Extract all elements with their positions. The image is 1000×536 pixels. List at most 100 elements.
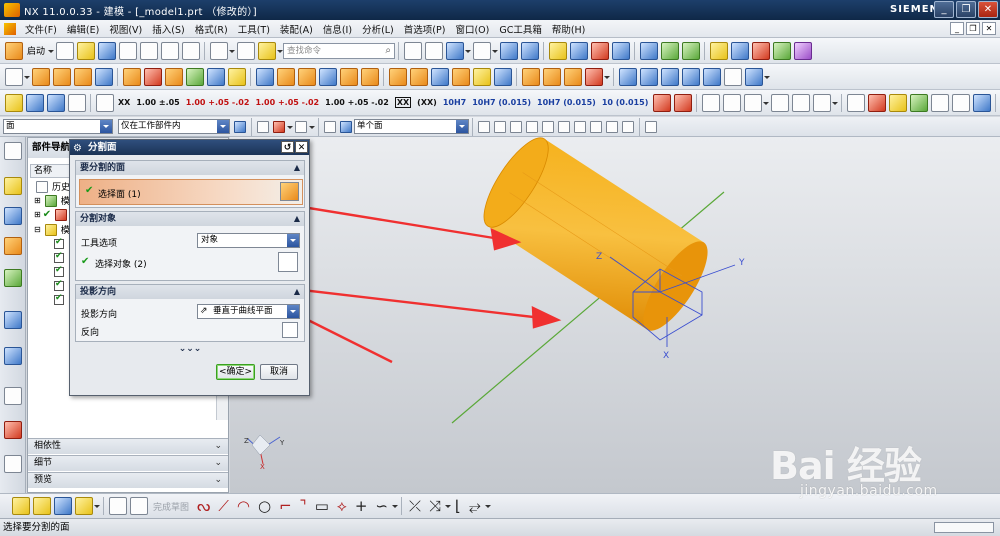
drafting-icon[interactable] — [25, 93, 44, 112]
snap-point-icon[interactable] — [569, 41, 588, 60]
gc-tool-b-icon[interactable] — [751, 41, 770, 60]
sketch-tool-a-icon[interactable] — [11, 497, 30, 515]
chamfer-icon[interactable] — [143, 67, 162, 86]
type-filter-select[interactable]: 面 — [3, 119, 113, 134]
restore-button[interactable]: ❐ — [956, 1, 976, 18]
make-corner-icon[interactable]: ⌊ — [455, 497, 461, 515]
doc-close-button[interactable]: ✕ — [982, 22, 996, 35]
paste-icon[interactable] — [160, 41, 179, 60]
circle-icon[interactable]: ○ — [258, 497, 271, 515]
copy-icon[interactable] — [139, 41, 158, 60]
split-objects-header[interactable]: 分割对象 ▲ — [76, 212, 304, 226]
dimension-dropdown-icon[interactable] — [763, 94, 770, 112]
tree-feature-row[interactable] — [54, 237, 64, 250]
deselect-icon[interactable] — [273, 120, 285, 133]
menu-file[interactable]: 文件(F) — [20, 22, 62, 36]
id-symbol-icon[interactable] — [888, 93, 907, 112]
profile-icon[interactable]: ᔓ — [197, 497, 210, 515]
tree-feature-row[interactable] — [54, 293, 64, 306]
feature-checkbox[interactable] — [54, 279, 64, 291]
scale-body-icon[interactable] — [584, 67, 603, 86]
start-label[interactable]: 启动 — [27, 44, 45, 57]
surface-dropdown-icon[interactable] — [764, 68, 770, 86]
menu-tools[interactable]: 工具(T) — [233, 22, 275, 36]
face-rule-select[interactable]: 单个面 — [354, 119, 469, 134]
tolerance-limit-b-label[interactable]: 1.00 +.05 -.02 — [255, 98, 319, 107]
details-section[interactable]: 细节 ⌄ — [28, 455, 228, 471]
repeat-command-icon[interactable] — [257, 41, 276, 60]
tree-feature-row[interactable] — [54, 279, 64, 292]
replace-face-icon[interactable] — [430, 67, 449, 86]
sketch-grid-icon[interactable] — [129, 497, 148, 515]
point-icon[interactable]: + — [355, 497, 368, 515]
curve-selector-icon[interactable] — [278, 252, 298, 272]
command-search-input[interactable]: 查找命令 — [283, 42, 396, 59]
sew-icon[interactable] — [702, 67, 721, 86]
dialog-title-bar[interactable]: ⚙ 分割面 ↺ ✕ — [70, 140, 309, 155]
gc-tool-a-icon[interactable] — [730, 41, 749, 60]
close-icon[interactable]: ✕ — [295, 141, 308, 153]
ok-button[interactable]: <确定> — [216, 364, 255, 380]
cancel-button[interactable]: 取消 — [260, 364, 298, 380]
hole-tool-icon[interactable] — [709, 41, 728, 60]
shell-icon[interactable] — [164, 67, 183, 86]
chevron-down-icon[interactable] — [287, 234, 299, 247]
datum-plane-icon[interactable] — [255, 67, 274, 86]
intersect-icon[interactable] — [227, 67, 246, 86]
hole-callout-icon[interactable] — [673, 93, 692, 112]
constraint-icon[interactable] — [681, 41, 700, 60]
tree-feature-row[interactable] — [54, 265, 64, 278]
measure-distance-icon[interactable] — [590, 41, 609, 60]
snap-toggle-icon[interactable] — [645, 120, 657, 133]
chamfer-sketch-icon[interactable]: ⌝ — [300, 497, 307, 515]
custom-symbol-icon[interactable] — [909, 93, 928, 112]
expand-plus-icon[interactable]: ⊞ — [34, 196, 41, 205]
face-rule-cube-icon[interactable] — [340, 120, 352, 133]
assembly-navigator-tab-icon[interactable] — [4, 207, 22, 225]
collapse-up-icon[interactable]: ▲ — [294, 212, 300, 226]
tolerance-xx-label[interactable]: XX — [118, 98, 130, 107]
fit-10h7-label[interactable]: 10H7 — [443, 98, 466, 107]
web-browser-tab-icon[interactable] — [4, 311, 22, 329]
projection-direction-header[interactable]: 投影方向 ▲ — [76, 285, 304, 299]
minimize-button[interactable]: _ — [934, 1, 954, 18]
snap-on-curve-icon[interactable] — [590, 120, 602, 133]
pattern-feature-icon[interactable] — [318, 67, 337, 86]
menu-assembly[interactable]: 装配(A) — [275, 22, 318, 36]
balloon-icon[interactable] — [951, 93, 970, 112]
angle-dim-icon[interactable] — [67, 93, 86, 112]
feature-checkbox[interactable] — [54, 237, 64, 249]
snap-center-icon[interactable] — [542, 120, 554, 133]
wcs-icon[interactable] — [548, 41, 567, 60]
undo-dropdown-icon[interactable] — [229, 42, 236, 60]
sketch-dropdown-icon[interactable] — [24, 68, 30, 86]
tolerance-bilateral-label[interactable]: 1.00 ±.05 — [136, 98, 179, 107]
rectangle-select-icon[interactable] — [295, 120, 307, 133]
draft-icon[interactable] — [360, 67, 379, 86]
selection-dropdown-icon[interactable] — [287, 118, 293, 136]
shaded-cube-icon[interactable] — [445, 41, 464, 60]
show-more-chevrons-icon[interactable]: ⌄⌄⌄ — [75, 344, 305, 354]
menu-help[interactable]: 帮助(H) — [547, 22, 591, 36]
close-button[interactable]: ✕ — [978, 1, 998, 18]
unite-icon[interactable] — [185, 67, 204, 86]
swept-icon[interactable] — [639, 67, 658, 86]
spline-icon[interactable]: ∽ — [375, 497, 388, 515]
reset-icon[interactable]: ↺ — [281, 141, 294, 153]
expand-plus-icon[interactable]: ⊞ — [34, 210, 41, 219]
edge-blend-icon[interactable] — [122, 67, 141, 86]
tolerance-limit-a-label[interactable]: 1.00 +.05 -.02 — [186, 98, 250, 107]
fillet-icon[interactable]: ⌐ — [279, 497, 292, 515]
edit-dropdown-icon[interactable] — [484, 497, 491, 515]
polyline-icon[interactable]: ⟡ — [337, 497, 347, 515]
emboss-icon[interactable] — [563, 67, 582, 86]
quick-extend-icon[interactable]: ⤨ — [429, 497, 441, 515]
through-curves-icon[interactable] — [618, 67, 637, 86]
resize-face-icon[interactable] — [493, 67, 512, 86]
rectangle-icon[interactable]: ▭ — [315, 497, 329, 515]
snap-endpoint-icon[interactable] — [478, 120, 490, 133]
weld-symbol-icon[interactable] — [791, 93, 810, 112]
move-face-icon[interactable] — [388, 67, 407, 86]
menu-window[interactable]: 窗口(O) — [450, 22, 494, 36]
selection-scope-select[interactable]: 仅在工作部件内 — [118, 119, 230, 134]
